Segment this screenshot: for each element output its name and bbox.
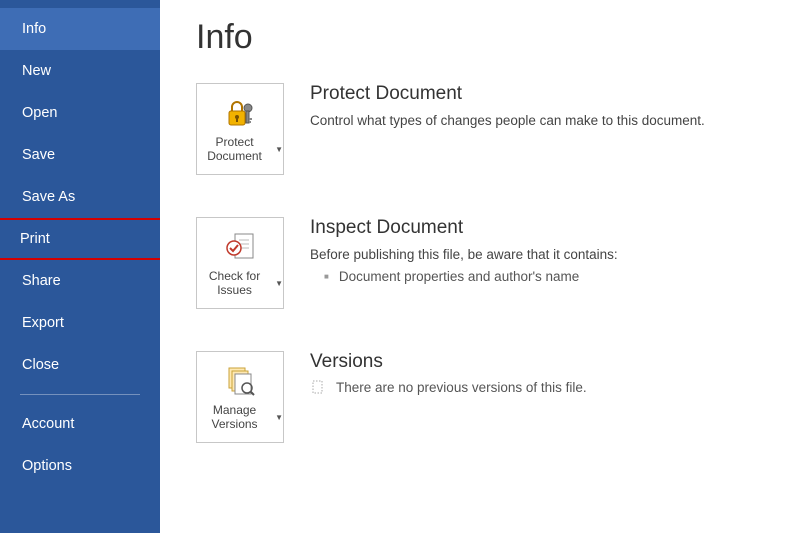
sidebar-item-label: Export [22,315,64,331]
lock-key-icon [223,94,257,132]
sidebar-item-open[interactable]: Open [0,92,160,134]
sidebar-item-label: Close [22,357,59,373]
sidebar-item-print[interactable]: Print [0,218,162,260]
tile-label: Manage Versions [197,404,272,432]
sidebar-item-new[interactable]: New [0,50,160,92]
section-desc: Before publishing this file, be aware th… [310,245,770,265]
sidebar-item-options[interactable]: Options [0,445,160,487]
info-panel: Info Protect Document ▼ [160,0,800,533]
manage-versions-button[interactable]: Manage Versions ▼ [196,351,284,443]
sidebar-item-share[interactable]: Share [0,260,160,302]
sidebar-item-label: Print [20,231,50,247]
sidebar-item-label: Options [22,458,72,474]
section-title: Protect Document [310,83,770,105]
check-for-issues-button[interactable]: Check for Issues ▼ [196,217,284,309]
backstage-sidebar: Info New Open Save Save As Print Share E… [0,0,160,533]
protect-document-button[interactable]: Protect Document ▼ [196,83,284,175]
document-check-icon [223,228,257,266]
tile-label: Protect Document [197,136,272,164]
sidebar-item-close[interactable]: Close [0,344,160,386]
section-inspect: Check for Issues ▼ Inspect Document Befo… [196,217,770,309]
sidebar-separator [20,394,140,395]
chevron-down-icon: ▼ [275,413,283,422]
document-versions-icon [223,362,257,400]
section-title: Inspect Document [310,217,770,239]
sidebar-item-label: Share [22,273,61,289]
document-outline-icon [310,379,326,395]
section-title: Versions [310,351,770,373]
sidebar-item-label: Save [22,147,55,163]
inspect-bullet: ■ Document properties and author's name [324,269,770,284]
sidebar-item-save[interactable]: Save [0,134,160,176]
sidebar-item-label: Open [22,105,57,121]
chevron-down-icon: ▼ [275,145,283,154]
section-protect: Protect Document ▼ Protect Document Cont… [196,83,770,175]
sidebar-item-save-as[interactable]: Save As [0,176,160,218]
page-title: Info [196,18,770,57]
sidebar-item-label: Account [22,416,74,432]
sidebar-item-account[interactable]: Account [0,403,160,445]
tile-label: Check for Issues [197,270,272,298]
chevron-down-icon: ▼ [275,279,283,288]
sidebar-item-export[interactable]: Export [0,302,160,344]
bullet-icon: ■ [324,272,329,281]
sidebar-item-label: Info [22,21,46,37]
versions-desc: There are no previous versions of this f… [336,380,587,395]
bullet-text: Document properties and author's name [339,269,579,284]
sidebar-item-info[interactable]: Info [0,8,160,50]
sidebar-item-label: Save As [22,189,75,205]
section-desc: Control what types of changes people can… [310,111,770,131]
section-versions: Manage Versions ▼ Versions There are no … [196,351,770,443]
sidebar-item-label: New [22,63,51,79]
